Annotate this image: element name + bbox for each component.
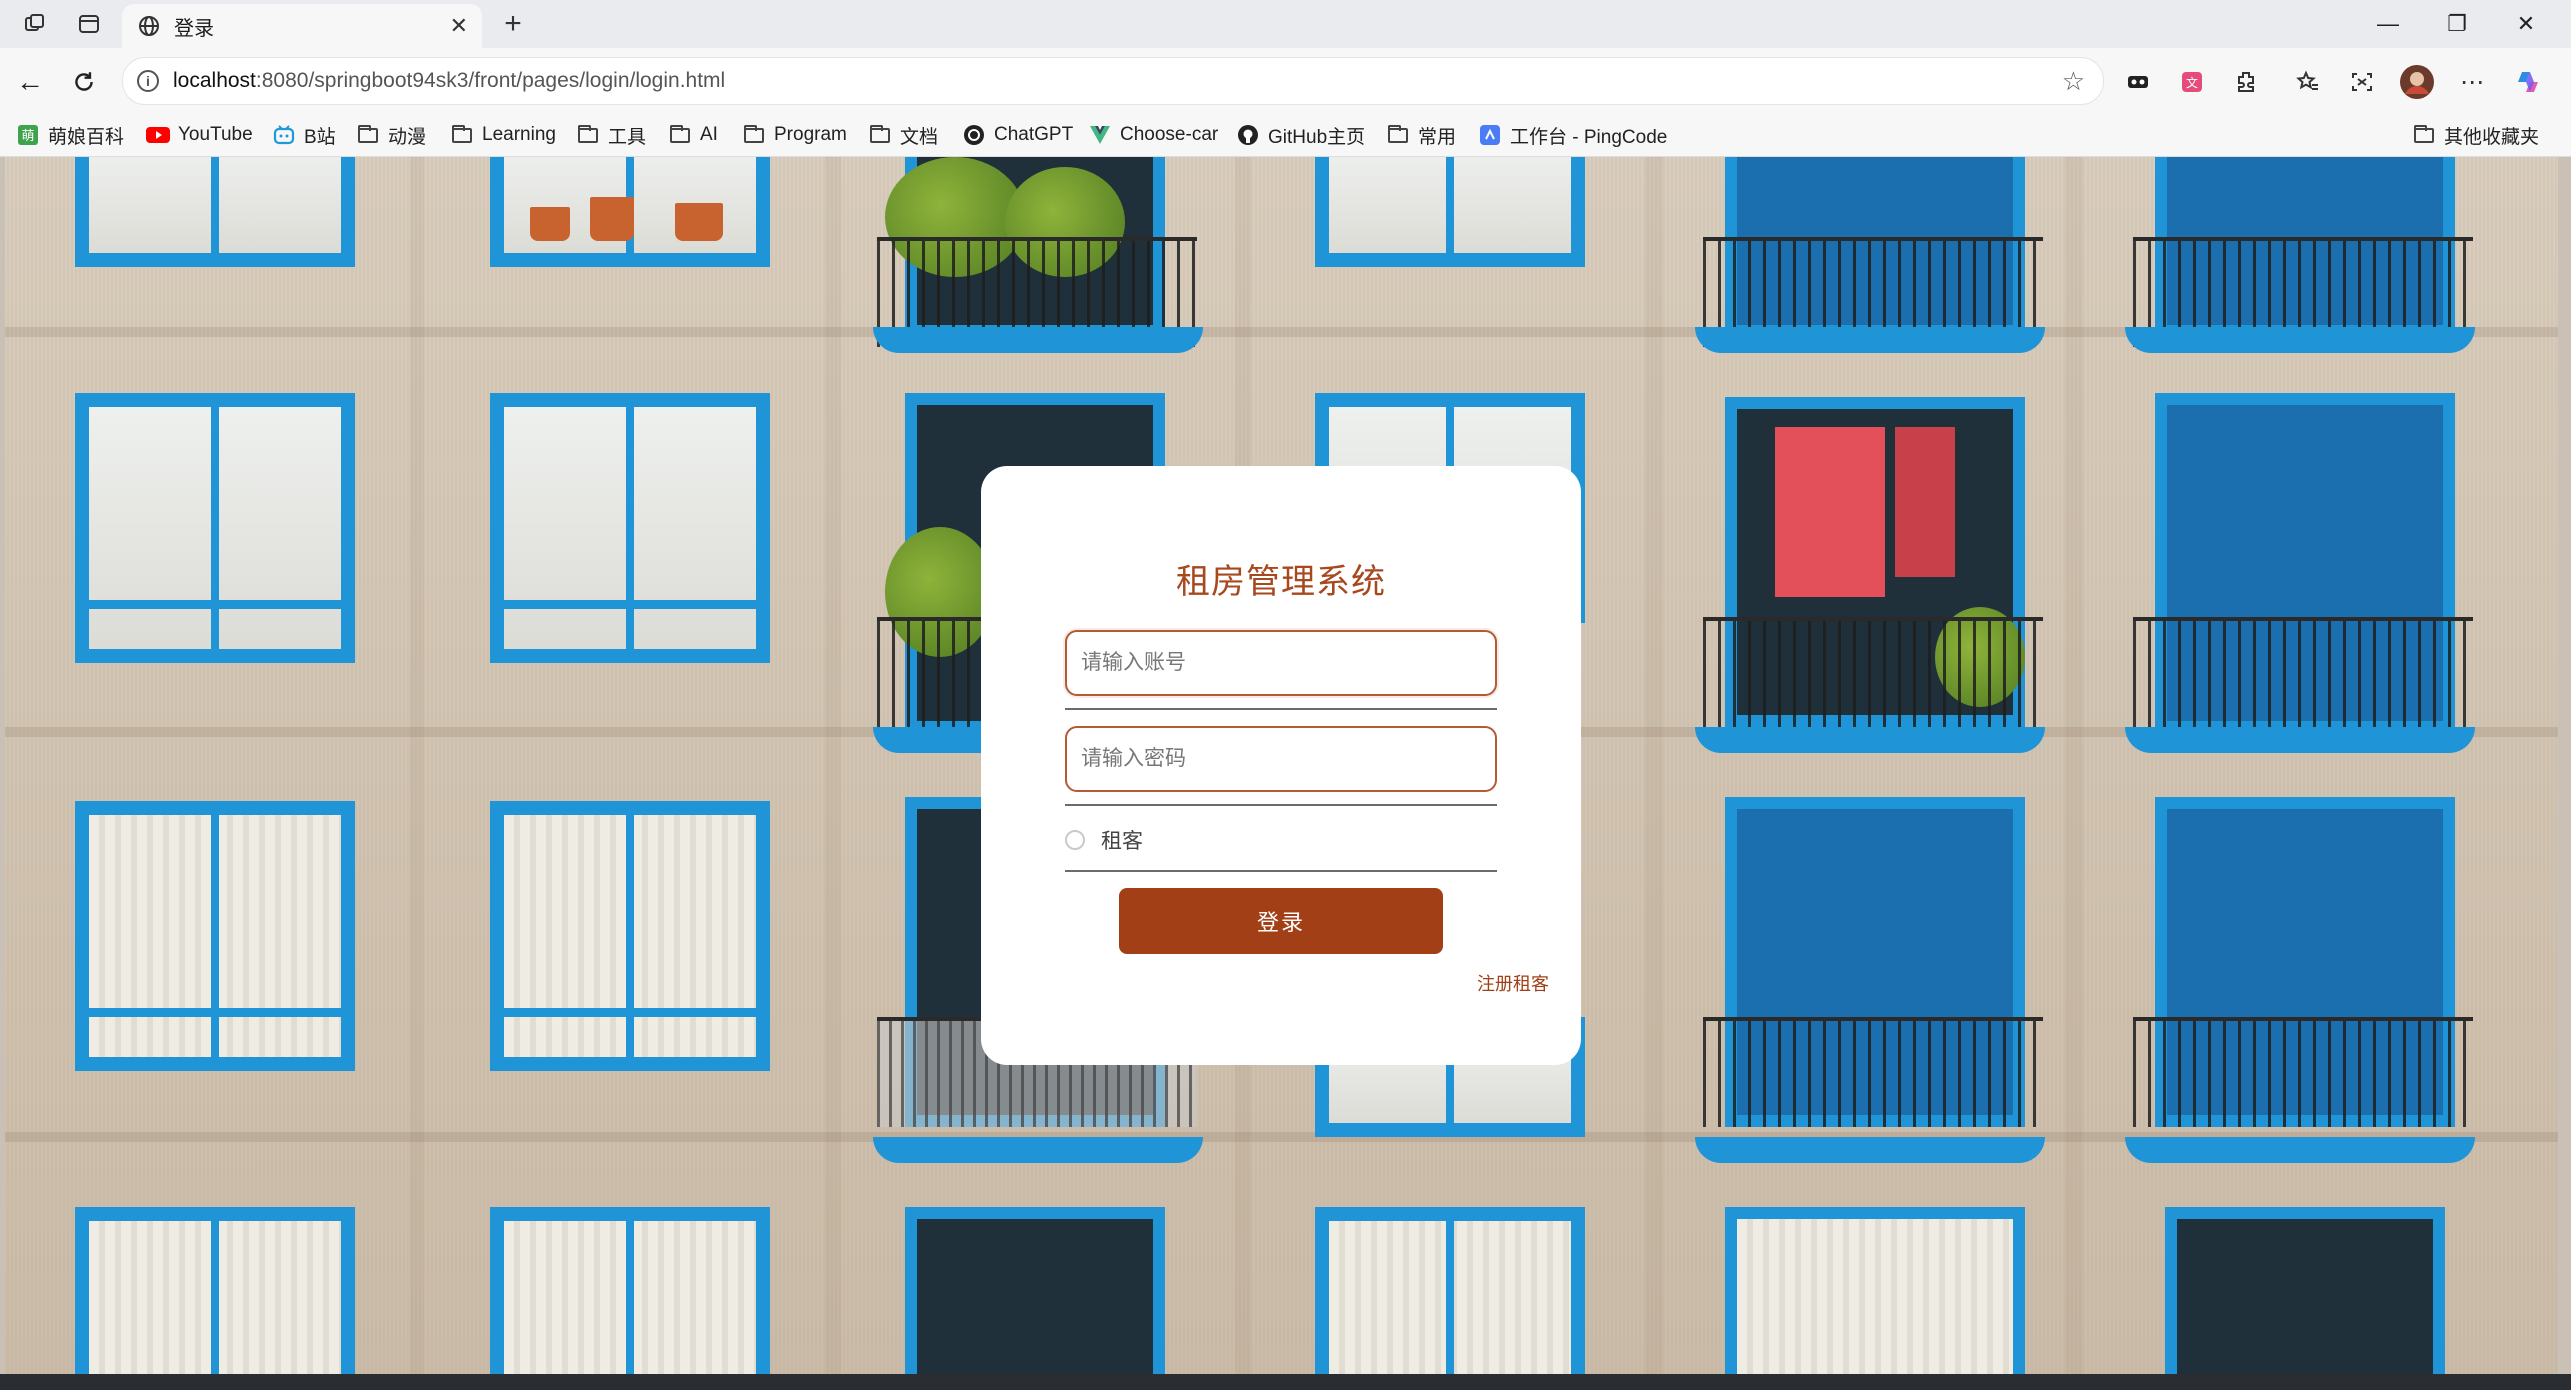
screenshot-icon[interactable] (2346, 66, 2378, 98)
pingcode-icon (1478, 123, 1502, 147)
vue-icon (1088, 123, 1112, 147)
site-info-icon[interactable]: i (137, 70, 159, 92)
folder-icon (668, 123, 692, 147)
folder-icon (356, 123, 380, 147)
folder-icon (576, 123, 600, 147)
github-icon (1236, 123, 1260, 147)
register-tenant-link[interactable]: 注册租客 (1477, 970, 1549, 996)
restore-icon[interactable]: ❐ (2437, 8, 2477, 40)
bookmark-chatgpt[interactable]: ChatGPT (962, 120, 1073, 150)
svg-text:萌: 萌 (21, 129, 34, 144)
folder-icon (2412, 123, 2436, 147)
username-input[interactable] (1065, 630, 1497, 696)
favorites-icon[interactable] (2292, 66, 2324, 98)
window (490, 801, 770, 1071)
address-bar[interactable]: i localhost:8080/springboot94sk3/front/p… (122, 57, 2104, 105)
bookmark-youtube[interactable]: YouTube (146, 120, 253, 150)
divider (1065, 870, 1497, 872)
bookmark-folder-program[interactable]: Program (742, 120, 847, 150)
avatar[interactable] (2398, 63, 2436, 101)
bookmark-folder-common[interactable]: 常用 (1386, 120, 1456, 150)
svg-text:文: 文 (2186, 75, 2198, 90)
chatgpt-icon (962, 123, 986, 147)
folder-icon (868, 123, 892, 147)
bilibili-icon (272, 123, 296, 147)
tab-actions-icon[interactable] (74, 9, 104, 39)
bookmarks-bar: 萌 萌娘百科 YouTube B站 动漫 Learning 工具 AI Prog… (0, 114, 2571, 157)
browser-tab-bar: 登录 ✕ + — ❐ ✕ (0, 0, 2571, 49)
login-card: 租房管理系统 租客 登录 注册租客 (981, 466, 1581, 1065)
bookmark-github[interactable]: GitHub主页 (1236, 120, 1365, 150)
window (75, 1207, 355, 1374)
taskbar-edge (0, 1374, 2571, 1390)
window (490, 393, 770, 663)
bookmark-moegirl[interactable]: 萌 萌娘百科 (16, 120, 124, 150)
bookmark-pingcode[interactable]: 工作台 - PingCode (1478, 120, 1667, 150)
minimize-icon[interactable]: — (2368, 8, 2408, 40)
bookmark-bilibili[interactable]: B站 (272, 120, 336, 150)
folder-icon (450, 123, 474, 147)
window (1315, 1207, 1585, 1374)
favorite-star-icon[interactable]: ☆ (2062, 66, 2085, 97)
close-window-icon[interactable]: ✕ (2506, 8, 2546, 40)
login-button[interactable]: 登录 (1119, 888, 1443, 954)
window (75, 393, 355, 663)
password-input[interactable] (1065, 726, 1497, 792)
bookmark-folder-learning[interactable]: Learning (450, 120, 556, 150)
tab-close-icon[interactable]: ✕ (450, 13, 468, 39)
window (490, 1207, 770, 1374)
extensions-icon[interactable] (2230, 66, 2262, 98)
window-edge (2558, 157, 2571, 1374)
workspaces-icon[interactable] (20, 9, 50, 39)
youtube-icon (146, 123, 170, 147)
copilot-icon[interactable] (2512, 66, 2544, 98)
window (75, 801, 355, 1071)
role-option-tenant[interactable]: 租客 (1065, 824, 1143, 856)
window (1315, 157, 1585, 267)
moegirl-icon: 萌 (16, 123, 40, 147)
url-text[interactable]: localhost:8080/springboot94sk3/front/pag… (173, 69, 2062, 93)
bookmark-folder-ai[interactable]: AI (668, 120, 718, 150)
tab-title: 登录 (174, 17, 214, 40)
globe-icon (136, 13, 162, 39)
tab-login[interactable]: 登录 ✕ (122, 4, 482, 48)
translate-extension-icon[interactable]: 文 (2176, 66, 2208, 98)
bookmark-folder-docs[interactable]: 文档 (868, 120, 938, 150)
role-label: 租客 (1101, 830, 1143, 853)
bookmark-other-favorites[interactable]: 其他收藏夹 (2412, 120, 2539, 150)
folder-icon (1386, 123, 1410, 147)
divider (1065, 708, 1497, 710)
folder-icon (742, 123, 766, 147)
refresh-icon[interactable] (66, 64, 102, 100)
page-title: 租房管理系统 (1176, 563, 1386, 601)
browser-toolbar: ← i localhost:8080/springboot94sk3/front… (0, 48, 2571, 114)
role-radio[interactable] (1065, 830, 1085, 850)
divider (1065, 804, 1497, 806)
back-icon[interactable]: ← (12, 64, 48, 100)
more-options-icon[interactable]: ⋯ (2456, 66, 2488, 98)
bookmark-choose-car[interactable]: Choose-car (1088, 120, 1218, 150)
bookmark-folder-anime[interactable]: 动漫 (356, 120, 426, 150)
bookmark-folder-tools[interactable]: 工具 (576, 120, 646, 150)
window (75, 157, 355, 267)
immersive-reader-icon[interactable] (2122, 66, 2154, 98)
new-tab-icon[interactable]: + (498, 7, 528, 40)
